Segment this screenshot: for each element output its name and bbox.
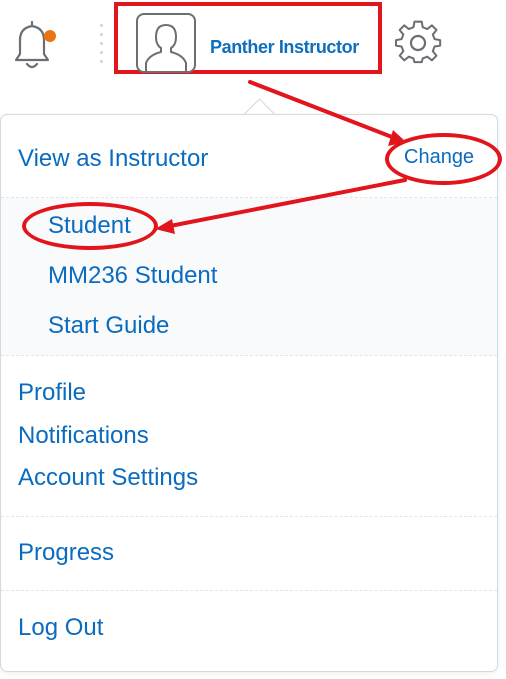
notifications-button[interactable] — [10, 14, 58, 70]
role-option-mm236-student[interactable]: MM236 Student — [48, 262, 217, 290]
notification-badge — [44, 30, 56, 42]
user-avatar-icon — [136, 13, 196, 73]
menu-divider — [1, 516, 497, 518]
user-menu-button[interactable]: Panther Instructor — [114, 2, 382, 74]
annotation-oval-change — [385, 133, 502, 185]
notifications-link[interactable]: Notifications — [18, 422, 149, 450]
settings-button[interactable] — [394, 20, 442, 68]
annotation-oval-student — [22, 202, 158, 250]
separator-dots — [100, 24, 104, 64]
bell-icon — [14, 20, 50, 69]
menu-divider — [1, 355, 497, 357]
progress-link[interactable]: Progress — [18, 539, 114, 567]
gear-icon — [394, 20, 442, 64]
view-as-label: View as Instructor — [18, 145, 209, 172]
profile-link[interactable]: Profile — [18, 379, 86, 407]
logout-link[interactable]: Log Out — [18, 614, 103, 642]
menu-divider — [1, 590, 497, 592]
role-option-start-guide[interactable]: Start Guide — [48, 312, 169, 340]
account-settings-link[interactable]: Account Settings — [18, 464, 198, 492]
user-name: Panther Instructor — [210, 37, 359, 57]
